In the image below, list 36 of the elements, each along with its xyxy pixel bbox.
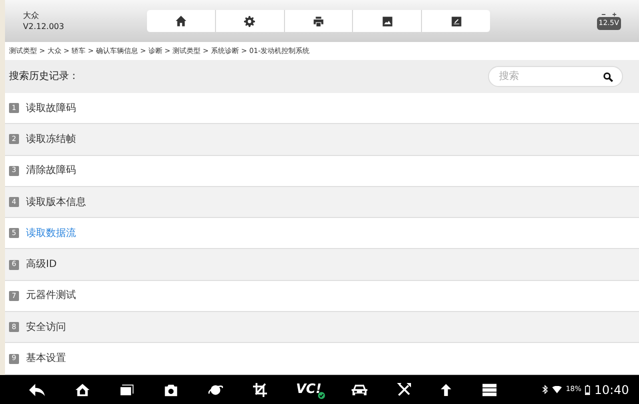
wifi-icon — [552, 386, 562, 394]
brand-name: 大众 — [23, 10, 40, 21]
clock-time: 10:40 — [594, 382, 629, 398]
recents-icon[interactable] — [119, 383, 135, 396]
check-badge-icon — [318, 392, 325, 398]
vci-button[interactable]: VC! — [296, 382, 322, 396]
image-icon — [382, 16, 393, 26]
search-icon[interactable] — [603, 72, 613, 82]
menu-label: 基本设置 — [26, 352, 66, 366]
search-history-label: 搜索历史记录 : — [9, 70, 76, 84]
edit-icon — [450, 16, 462, 26]
menu-label: 安全访问 — [26, 320, 66, 335]
menu-label: 读取数据流 — [26, 226, 76, 241]
home-icon[interactable] — [75, 382, 90, 396]
upload-icon[interactable] — [440, 382, 452, 396]
back-icon[interactable] — [28, 382, 46, 396]
crop-icon[interactable] — [253, 382, 267, 396]
menu-label: 元器件测试 — [26, 288, 76, 304]
home-icon — [174, 15, 187, 27]
car-icon[interactable] — [350, 382, 368, 396]
menu-label: 读取故障码 — [26, 102, 76, 116]
camera-icon[interactable] — [164, 382, 178, 396]
menu-label: 高级ID — [26, 258, 57, 272]
bluetooth-icon — [542, 385, 548, 394]
list-icon[interactable] — [480, 382, 498, 396]
search-field[interactable]: 搜索 — [488, 66, 623, 87]
battery-terminals-icon — [600, 12, 618, 17]
version-text: V2.12.003 — [23, 21, 66, 32]
menu-label: 清除故障码 — [26, 164, 76, 178]
tools-icon[interactable] — [396, 382, 411, 396]
printer-icon — [312, 16, 324, 26]
battery-icon — [585, 384, 590, 394]
menu-label: 读取冻结帧 — [26, 132, 76, 147]
planet-icon[interactable] — [207, 382, 224, 396]
gear-icon — [244, 16, 256, 26]
menu-label: 读取版本信息 — [26, 196, 86, 210]
